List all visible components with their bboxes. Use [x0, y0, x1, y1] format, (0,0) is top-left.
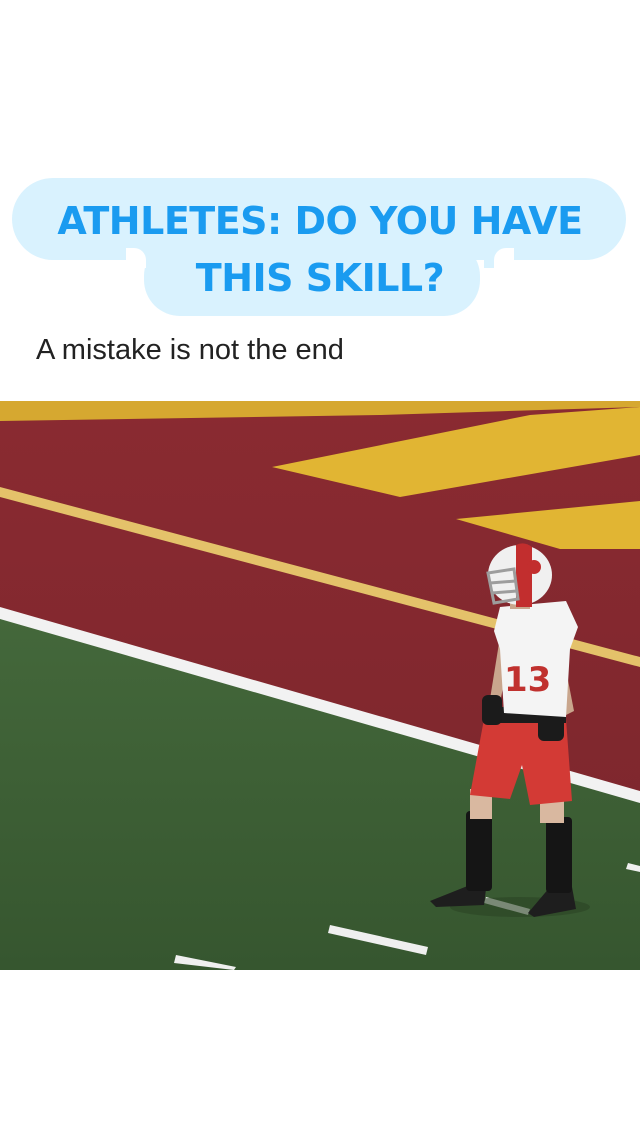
- football-field-scene: 13: [0, 401, 640, 970]
- headline-line2: THIS SKILL?: [195, 256, 445, 300]
- player-glove-left: [482, 695, 502, 725]
- jersey-number: 13: [504, 660, 551, 700]
- headline-line1: ATHLETES: DO YOU HAVE: [57, 199, 583, 243]
- headline-banner: ATHLETES: DO YOU HAVE THIS SKILL?: [0, 178, 640, 318]
- video-subtitle: A mistake is not the end: [36, 334, 344, 366]
- player-sock-right: [546, 817, 572, 893]
- helmet-logo: [527, 560, 541, 574]
- video-frame[interactable]: 13: [0, 401, 640, 970]
- player-sock-left: [466, 811, 492, 891]
